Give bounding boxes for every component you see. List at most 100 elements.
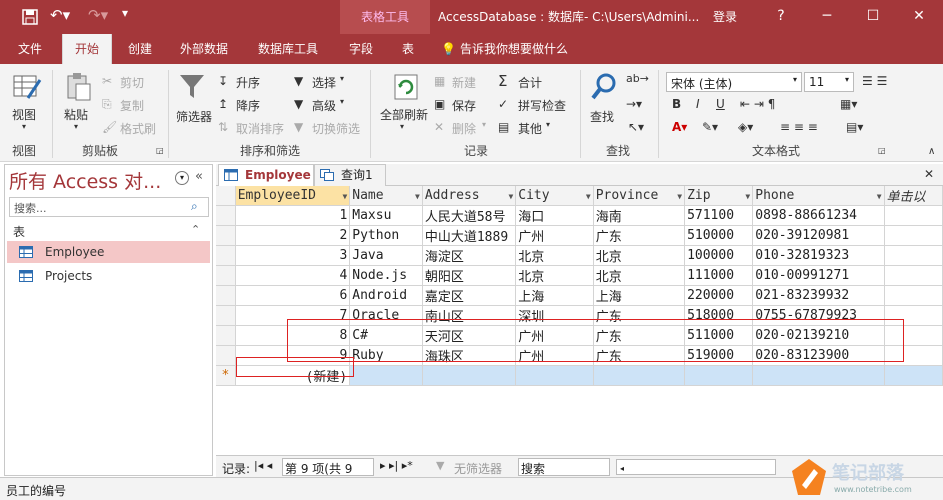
cell-province[interactable]: 海南 [593,205,686,226]
section-collapse-icon[interactable]: ⌃ [191,223,200,236]
record-selector[interactable] [216,265,236,286]
cell-empty[interactable] [884,205,943,226]
highlight-icon[interactable]: ✎▾ [702,120,718,134]
goto-icon[interactable]: →▾ [626,97,642,111]
save-icon[interactable] [22,9,38,25]
minimize-button[interactable]: ─ [804,0,850,34]
restore-button[interactable]: ☐ [850,0,896,34]
nav-collapse-icon[interactable]: « [195,169,203,184]
remove-sort-button[interactable]: 取消排序 [236,120,284,137]
table-row[interactable]: 1 Maxsu 人民大道58号 海口 海南 571100 0898-88661234 [216,205,943,226]
cell-zip[interactable]: 510000 [684,225,754,246]
paste-button[interactable]: 粘贴 [64,106,88,123]
record-selector[interactable] [216,285,236,306]
record-selector[interactable] [216,225,236,246]
cell-province[interactable]: 北京 [593,265,686,286]
tab-table[interactable]: 表 [402,34,414,64]
col-header[interactable]: Province ▼ [593,186,686,206]
tab-fields[interactable]: 字段 [349,34,373,64]
cell-empty[interactable] [515,365,594,386]
col-header-add[interactable]: 单击以 [884,186,943,206]
tab-file[interactable]: 文件 [18,34,42,64]
underline-icon[interactable]: U [716,97,725,111]
cell-empty[interactable] [884,365,943,386]
nav-section-tables[interactable]: 表 [13,223,25,240]
cell-empty[interactable] [684,365,754,386]
col-header[interactable]: Name ▼ [349,186,423,206]
font-name-select[interactable]: 宋体 (主体) ▾ [666,72,802,92]
col-header[interactable]: City ▼ [515,186,594,206]
cell-phone[interactable]: 0898-88661234 [752,205,885,226]
table-row[interactable]: 6 Android 嘉定区 上海 上海 220000 021-83239932 [216,285,943,306]
paste-dropdown-icon[interactable]: ▾ [74,122,78,131]
cell-name[interactable]: Android [349,285,423,306]
italic-icon[interactable]: I [696,97,700,111]
cell-zip[interactable]: 220000 [684,285,754,306]
cell-empty[interactable] [422,365,517,386]
cell-empty[interactable] [884,265,943,286]
tab-create[interactable]: 创建 [128,34,152,64]
nav-search-input[interactable]: 搜索... [9,197,209,217]
gridlines-icon[interactable]: ▦▾ [840,97,857,111]
cell-employeeid[interactable]: 4 [235,265,351,286]
spelling-button[interactable]: 拼写检查 [518,97,566,114]
advanced-dropdown-icon[interactable]: ▾ [340,97,344,106]
cell-name[interactable]: Java [349,245,423,266]
record-selector[interactable] [216,325,236,346]
tab-home[interactable]: 开始 [62,34,113,64]
cell-city[interactable]: 北京 [515,265,594,286]
align-icons[interactable]: ≡ ≡ ≡ [780,120,818,134]
cell-zip[interactable]: 111000 [684,265,754,286]
select-all-corner[interactable] [216,186,236,206]
table-row[interactable]: 2 Python 中山大道1889 广州 广东 510000 020-39120981 [216,225,943,246]
advanced-button[interactable]: 高级 [312,97,336,114]
collapse-ribbon-icon[interactable]: ∧ [928,146,935,157]
bold-icon[interactable]: B [672,97,681,111]
save-record-button[interactable]: 保存 [452,97,476,114]
cell-employeeid[interactable]: 3 [235,245,351,266]
cell-city[interactable]: 上海 [515,285,594,306]
delete-record-button[interactable]: 删除 [452,120,476,137]
cell-zip[interactable]: 571100 [684,205,754,226]
login-link[interactable]: 登录 [713,8,737,25]
cell-phone[interactable]: 010-00991271 [752,265,885,286]
first-record-icon[interactable]: |◂ ◂ [254,459,272,472]
view-dropdown-icon[interactable]: ▾ [22,122,26,131]
close-button[interactable]: ✕ [896,0,942,34]
cell-phone[interactable]: 020-39120981 [752,225,885,246]
horizontal-scrollbar[interactable]: ◂ [616,459,776,475]
cell-city[interactable]: 海口 [515,205,594,226]
text-format-launcher-icon[interactable]: ◲ [878,146,886,155]
cell-employeeid[interactable]: 6 [235,285,351,306]
col-header[interactable]: Address ▼ [422,186,517,206]
cell-phone[interactable]: 010-32819323 [752,245,885,266]
help-button[interactable]: ? [758,0,804,34]
no-filter-button[interactable]: 无筛选器 [454,460,502,477]
selection-button[interactable]: 选择 [312,74,336,91]
alt-row-color-icon[interactable]: ▤▾ [846,120,863,134]
nav-menu-dropdown-icon[interactable]: ▾ [175,171,189,185]
font-color-icon[interactable]: A▾ [672,120,687,134]
cell-name[interactable]: Node.js [349,265,423,286]
cell-city[interactable]: 北京 [515,245,594,266]
cell-address[interactable]: 朝阳区 [422,265,517,286]
new-record-button[interactable]: 新建 [452,74,476,91]
record-search-input[interactable]: 搜索 [518,458,610,476]
cell-empty[interactable] [884,285,943,306]
cell-address[interactable]: 人民大道58号 [422,205,517,226]
tab-database-tools[interactable]: 数据库工具 [258,34,318,64]
cell-empty[interactable] [593,365,686,386]
current-record-input[interactable]: 第 9 项(共 9 项) [282,458,374,493]
record-selector[interactable] [216,305,236,326]
col-header[interactable]: Phone ▼ [752,186,885,206]
clipboard-launcher-icon[interactable]: ◲ [156,146,164,155]
nav-header[interactable]: 所有 Access 对... [9,167,161,194]
cell-city[interactable]: 广州 [515,225,594,246]
more-dropdown-icon[interactable]: ▾ [546,120,550,129]
undo-icon[interactable]: ↶▾ [50,6,70,24]
cell-address[interactable]: 嘉定区 [422,285,517,306]
cell-name[interactable]: Python [349,225,423,246]
select-cursor-icon[interactable]: ↖▾ [628,120,644,134]
cell-name[interactable]: Maxsu [349,205,423,226]
delete-dropdown-icon[interactable]: ▾ [482,120,486,129]
